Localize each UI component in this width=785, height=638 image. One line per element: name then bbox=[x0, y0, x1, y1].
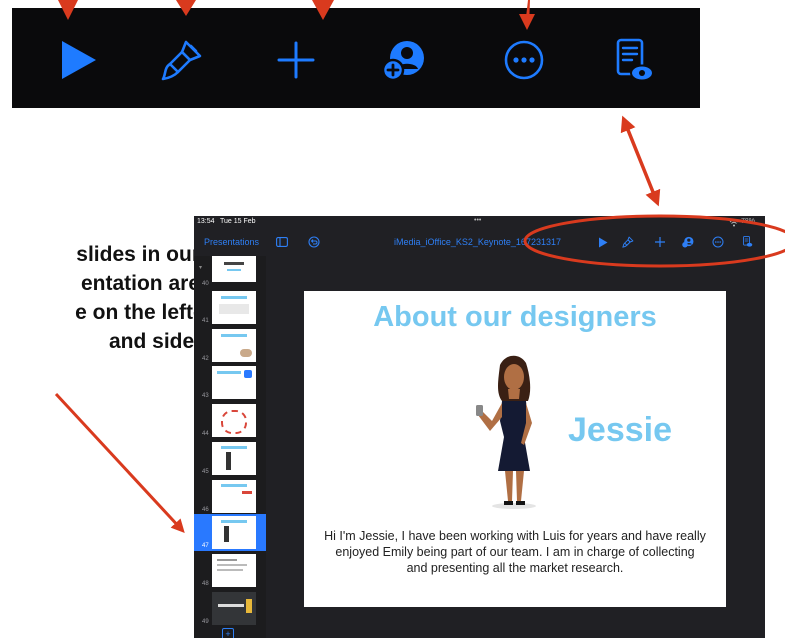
arrow-head bbox=[312, 0, 334, 20]
arrow-head bbox=[519, 14, 535, 30]
double-arrow bbox=[620, 115, 661, 207]
annotation-layer bbox=[54, 0, 785, 533]
highlight-oval bbox=[523, 214, 785, 268]
arrow-head bbox=[176, 0, 196, 16]
arrow-head bbox=[58, 0, 78, 20]
pointer-arrow bbox=[54, 392, 185, 533]
